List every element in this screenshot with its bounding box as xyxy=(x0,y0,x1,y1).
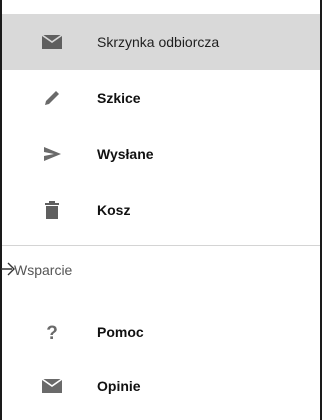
nav-item-inbox[interactable]: Skrzynka odbiorcza xyxy=(2,14,320,70)
nav-item-feedback[interactable]: Opinie xyxy=(2,358,320,414)
nav-item-help[interactable]: ? Pomoc xyxy=(2,304,320,360)
feedback-mail-icon xyxy=(40,374,64,398)
trash-icon xyxy=(40,198,64,222)
mail-icon xyxy=(40,30,64,54)
section-header-support: Wsparcie xyxy=(14,262,73,278)
nav-item-label: Kosz xyxy=(97,202,131,218)
nav-item-drafts[interactable]: Szkice xyxy=(2,70,320,126)
nav-item-label: Wysłane xyxy=(97,146,154,162)
navigation-drawer: Skrzynka odbiorcza Szkice Wysłane Kosz W… xyxy=(0,0,322,420)
nav-item-trash[interactable]: Kosz xyxy=(2,182,320,238)
nav-item-label: Opinie xyxy=(97,378,141,394)
send-icon xyxy=(40,142,64,166)
svg-text:?: ? xyxy=(46,323,58,342)
nav-item-label: Szkice xyxy=(97,90,141,106)
help-icon: ? xyxy=(40,320,64,344)
nav-item-label: Skrzynka odbiorcza xyxy=(97,34,220,50)
pencil-icon xyxy=(40,86,64,110)
divider xyxy=(2,245,320,246)
nav-item-sent[interactable]: Wysłane xyxy=(2,126,320,182)
nav-item-label: Pomoc xyxy=(97,324,144,340)
